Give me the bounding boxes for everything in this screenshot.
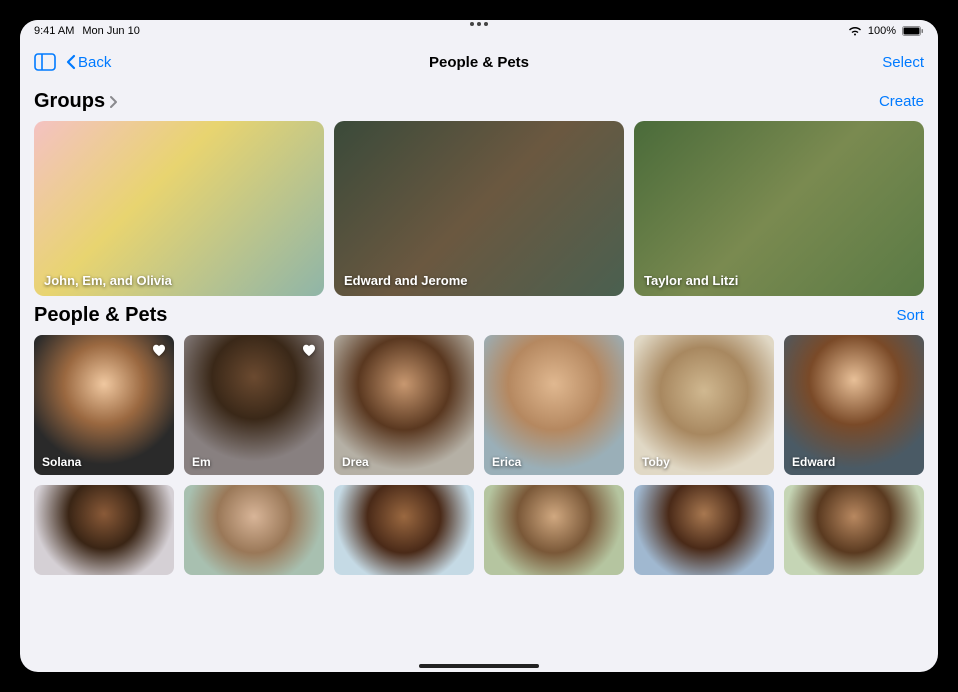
favorite-heart-icon	[150, 341, 168, 359]
status-date: Mon Jun 10	[82, 25, 139, 37]
person-card[interactable]	[634, 485, 774, 575]
person-label: Toby	[642, 455, 670, 469]
nav-bar: Back People & Pets Select	[20, 42, 938, 82]
back-button[interactable]: Back	[66, 54, 111, 71]
group-label: Taylor and Litzi	[644, 273, 738, 288]
person-photo	[784, 335, 924, 475]
person-photo	[334, 485, 474, 575]
person-card[interactable]	[784, 485, 924, 575]
groups-header[interactable]: Groups	[34, 90, 118, 113]
chevron-left-icon	[66, 54, 76, 70]
person-photo	[784, 485, 924, 575]
person-label: Em	[192, 455, 211, 469]
battery-icon	[902, 26, 924, 36]
battery-percent: 100%	[868, 25, 896, 37]
groups-title: Groups	[34, 90, 105, 113]
page-title: People & Pets	[429, 54, 529, 71]
sidebar-toggle-icon[interactable]	[34, 53, 56, 71]
group-card[interactable]: John, Em, and Olivia	[34, 121, 324, 296]
group-label: John, Em, and Olivia	[44, 273, 172, 288]
home-indicator[interactable]	[419, 664, 539, 668]
person-label: Erica	[492, 455, 521, 469]
person-card[interactable]: Drea	[334, 335, 474, 475]
multitask-dots-icon[interactable]	[470, 22, 488, 26]
person-card[interactable]: Solana	[34, 335, 174, 475]
group-photo	[634, 121, 924, 296]
screen: 9:41 AM Mon Jun 10 100%	[20, 20, 938, 672]
status-bar: 9:41 AM Mon Jun 10 100%	[20, 20, 938, 42]
content-scroll[interactable]: Groups Create John, Em, and Olivia Edwar…	[20, 82, 938, 672]
person-card[interactable]: Erica	[484, 335, 624, 475]
person-label: Drea	[342, 455, 369, 469]
person-photo	[334, 335, 474, 475]
group-card[interactable]: Edward and Jerome	[334, 121, 624, 296]
person-photo	[634, 485, 774, 575]
people-grid-row-2	[34, 485, 924, 575]
person-card[interactable]	[484, 485, 624, 575]
status-time: 9:41 AM	[34, 25, 74, 37]
person-photo	[184, 485, 324, 575]
back-label: Back	[78, 54, 111, 71]
person-photo	[484, 485, 624, 575]
person-card[interactable]	[34, 485, 174, 575]
person-card[interactable]	[334, 485, 474, 575]
group-card[interactable]: Taylor and Litzi	[634, 121, 924, 296]
person-card[interactable]: Toby	[634, 335, 774, 475]
create-button[interactable]: Create	[879, 93, 924, 110]
people-title: People & Pets	[34, 304, 167, 327]
favorite-heart-icon	[300, 341, 318, 359]
group-label: Edward and Jerome	[344, 273, 468, 288]
people-header: People & Pets	[34, 304, 167, 327]
person-photo	[484, 335, 624, 475]
person-card[interactable]: Edward	[784, 335, 924, 475]
person-photo	[34, 485, 174, 575]
person-label: Edward	[792, 455, 835, 469]
group-photo	[334, 121, 624, 296]
person-photo	[634, 335, 774, 475]
chevron-right-icon	[109, 95, 118, 109]
sort-button[interactable]: Sort	[896, 307, 924, 324]
person-card[interactable]	[184, 485, 324, 575]
ipad-frame: 9:41 AM Mon Jun 10 100%	[0, 0, 958, 692]
people-grid-row-1: Solana Em Drea Erica Toby	[34, 335, 924, 475]
groups-row: John, Em, and Olivia Edward and Jerome T…	[34, 121, 924, 296]
wifi-icon	[848, 26, 862, 36]
person-label: Solana	[42, 455, 81, 469]
select-button[interactable]: Select	[882, 54, 924, 71]
group-photo	[34, 121, 324, 296]
person-card[interactable]: Em	[184, 335, 324, 475]
